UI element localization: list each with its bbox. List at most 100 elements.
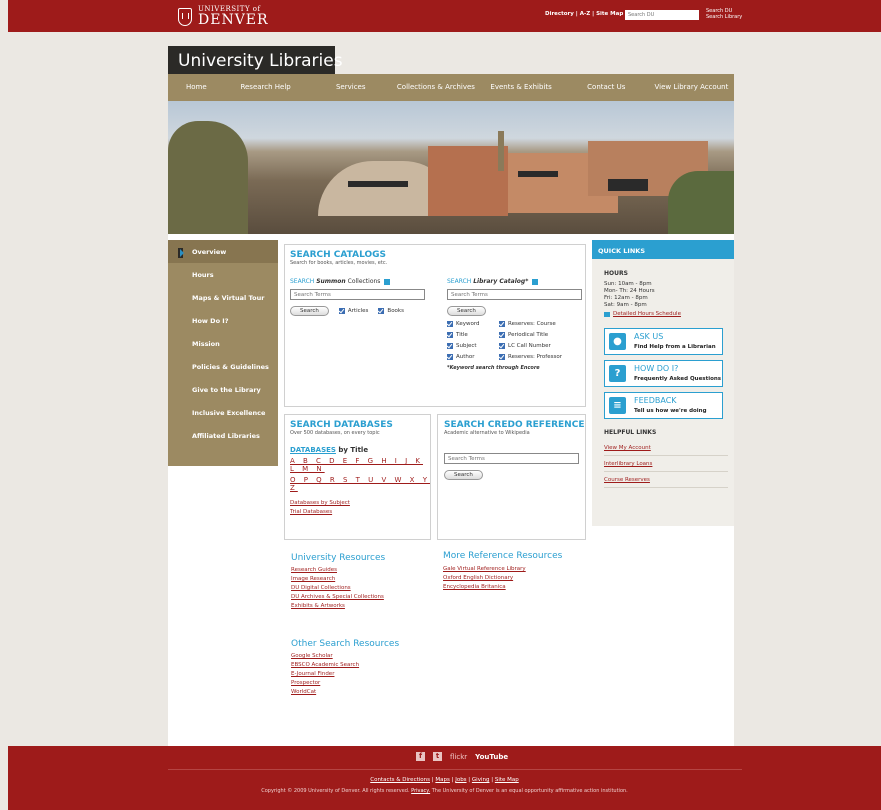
resource-link[interactable]: EBSCO Academic Search — [291, 661, 399, 670]
resource-link[interactable]: Gale Virtual Reference Library — [443, 565, 562, 574]
checkbox-label: Subject — [456, 343, 477, 349]
checkbox-title[interactable]: Title — [447, 332, 499, 338]
resource-link[interactable]: Google Scholar — [291, 652, 399, 661]
resource-link[interactable]: Image Research — [291, 575, 385, 584]
az-letters-row1[interactable]: A B C D E F G H I J K L M N — [290, 457, 430, 473]
resource-link[interactable]: WorldCat — [291, 688, 399, 697]
nav-library-account[interactable]: View Library Account — [649, 74, 734, 101]
resource-link[interactable]: Oxford English Dictionary — [443, 574, 562, 583]
sidebar-item-overview[interactable]: Overview — [168, 240, 278, 263]
databases-by-subject-link[interactable]: Databases by Subject — [290, 499, 430, 508]
catalog-search-button[interactable]: Search — [447, 306, 486, 316]
checkbox-icon — [447, 321, 453, 327]
checkbox-periodical-title[interactable]: Periodical Title — [499, 332, 579, 338]
search-opt-library[interactable]: Search Library — [706, 14, 742, 20]
sidebar-item-give[interactable]: Give to the Library — [168, 378, 278, 401]
checkbox-subject[interactable]: Subject — [447, 343, 499, 349]
helpful-link-reserves[interactable]: Course Reserves — [604, 472, 728, 488]
footer-link-sitemap[interactable]: Site Map — [495, 777, 519, 783]
hours-title: HOURS — [604, 270, 628, 277]
help-icon[interactable] — [532, 278, 539, 285]
resource-link[interactable]: DU Digital Collections — [291, 584, 385, 593]
search-du-input[interactable] — [625, 10, 699, 20]
top-links[interactable]: Directory | A-Z | Site Map — [545, 11, 623, 17]
how-do-i-button[interactable]: ? HOW DO I? Frequently Asked Questions — [604, 360, 723, 387]
nav-collections[interactable]: Collections & Archives — [393, 74, 478, 101]
flickr-link[interactable]: flickr — [450, 753, 467, 761]
hero-windows — [348, 181, 408, 187]
nav-research-help[interactable]: Research Help — [223, 74, 308, 101]
sidebar-item-affiliated[interactable]: Affiliated Libraries — [168, 424, 278, 447]
resource-link[interactable]: Research Guides — [291, 566, 385, 575]
checkbox-author[interactable]: Author — [447, 354, 499, 360]
summon-search-input[interactable] — [290, 289, 425, 300]
helpful-link-interlibrary[interactable]: Interlibrary Loans — [604, 456, 728, 472]
checkbox-reserves-professor[interactable]: Reserves: Professor — [499, 354, 579, 360]
databases-link[interactable]: DATABASES — [290, 446, 336, 454]
catalog-name: Library Catalog* — [473, 278, 529, 285]
summon-search-button[interactable]: Search — [290, 306, 329, 316]
checkbox-icon — [499, 332, 505, 338]
catalog-prefix: SEARCH — [447, 278, 472, 285]
checkbox-keyword[interactable]: Keyword — [447, 321, 499, 327]
hero-tower — [498, 131, 504, 171]
hours-line: Sun: 10am - 8pm — [604, 281, 652, 287]
feedback-button[interactable]: ≡ FEEDBACK Tell us how we're doing — [604, 392, 723, 419]
search-databases-box: SEARCH DATABASES Over 500 databases, on … — [284, 414, 431, 540]
trial-databases-link[interactable]: Trial Databases — [290, 508, 430, 517]
credo-title: SEARCH CREDO REFERENCE — [444, 420, 585, 430]
resource-link[interactable]: DU Archives & Special Collections — [291, 593, 385, 602]
resource-link[interactable]: E-Journal Finder — [291, 670, 399, 679]
checkbox-icon — [499, 354, 505, 360]
nav-contact[interactable]: Contact Us — [564, 74, 649, 101]
catalogs-subtitle: Search for books, articles, movies, etc. — [290, 260, 388, 266]
search-scope-options[interactable]: Search DU Search Library — [706, 8, 742, 20]
facebook-icon[interactable]: f — [416, 752, 425, 761]
checkbox-articles[interactable]: Articles — [338, 308, 369, 314]
site-title-tab: University Libraries — [168, 46, 343, 81]
nav-events[interactable]: Events & Exhibits — [479, 74, 564, 101]
footer-link-giving[interactable]: Giving — [472, 777, 490, 783]
detailed-hours-link[interactable]: Detailed Hours Schedule — [604, 311, 734, 317]
help-icon[interactable] — [384, 278, 391, 285]
sidebar-item-maps[interactable]: Maps & Virtual Tour — [168, 286, 278, 309]
resource-link[interactable]: Encyclopedia Britanica — [443, 583, 562, 592]
catalog-search-input[interactable] — [447, 289, 582, 300]
twitter-icon[interactable]: t — [433, 752, 442, 761]
hours-line: Sat: 9am - 8pm — [604, 302, 647, 308]
sidebar-item-hours[interactable]: Hours — [168, 263, 278, 286]
credo-search-input[interactable] — [444, 453, 579, 464]
quick-links-sidebar: QUICK LINKS HOURS Sun: 10am - 8pm Mon- T… — [592, 240, 734, 526]
checkbox-lc-call-number[interactable]: LC Call Number — [499, 343, 579, 349]
checkbox-label: Articles — [347, 308, 369, 314]
sidebar-item-policies[interactable]: Policies & Guidelines — [168, 355, 278, 378]
detailed-hours-label: Detailed Hours Schedule — [613, 311, 681, 317]
encore-note: *Keyword search through Encore — [447, 365, 540, 371]
resource-link[interactable]: Exhibits & Artworks — [291, 602, 385, 611]
hours-line: Fri: 12am - 8pm — [604, 295, 648, 301]
credo-subtitle: Academic alternative to Wikipedia — [444, 430, 530, 436]
resource-link[interactable]: Prospector — [291, 679, 399, 688]
credo-search-button[interactable]: Search — [444, 470, 483, 480]
calendar-icon — [604, 311, 610, 317]
sidebar-item-mission[interactable]: Mission — [168, 332, 278, 355]
footer-link-maps[interactable]: Maps — [435, 777, 449, 783]
helpful-link-account[interactable]: View My Account — [604, 440, 728, 456]
nav-services[interactable]: Services — [308, 74, 393, 101]
ask-us-button[interactable]: ● ASK US Find Help from a Librarian — [604, 328, 723, 355]
nav-home[interactable]: Home — [168, 74, 223, 101]
az-letters-row2[interactable]: O P Q R S T U V W X Y Z — [290, 476, 430, 492]
footer-link-contacts[interactable]: Contacts & Directions — [370, 777, 430, 783]
checkbox-reserves-course[interactable]: Reserves: Course — [499, 321, 579, 327]
site-title: University Libraries — [178, 51, 343, 71]
sidebar-item-how-do-i[interactable]: How Do I? — [168, 309, 278, 332]
ask-us-title: ASK US — [634, 332, 664, 341]
top-bar: UNIVERSITY of DENVER Directory | A-Z | S… — [8, 0, 881, 32]
sidebar-item-inclusive[interactable]: Inclusive Excellence — [168, 401, 278, 424]
footer-link-jobs[interactable]: Jobs — [455, 777, 466, 783]
checkbox-books[interactable]: Books — [378, 308, 404, 314]
footer: f t flickr YouTube Contacts & Directions… — [8, 746, 881, 810]
du-logo[interactable]: UNIVERSITY of DENVER — [178, 6, 269, 27]
youtube-link[interactable]: YouTube — [475, 753, 508, 761]
privacy-link[interactable]: Privacy. — [411, 788, 430, 794]
